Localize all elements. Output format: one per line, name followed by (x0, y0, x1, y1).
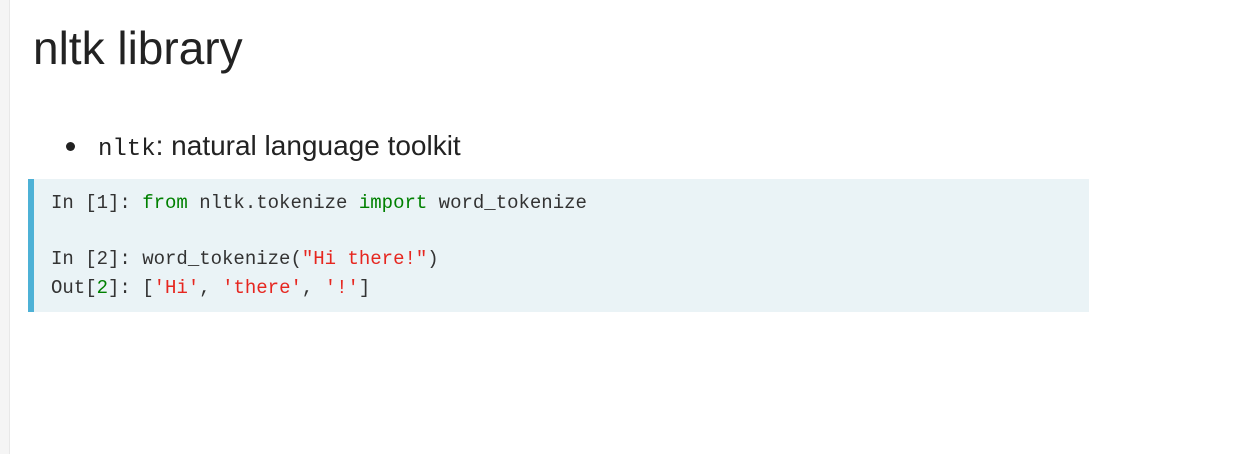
output-prompt-number: 2 (96, 277, 109, 299)
bullet-item: nltk: natural language toolkit (62, 128, 461, 164)
imported-name: word_tokenize (427, 192, 587, 214)
output-prompt-prefix: Out[ (51, 277, 97, 299)
inline-code-nltk: nltk (98, 136, 156, 163)
output-cell-2: Out[2]: ['Hi', 'there', '!'] (51, 276, 370, 300)
bullet-text: : natural language toolkit (155, 130, 461, 161)
keyword-from: from (142, 192, 188, 214)
page-title: nltk library (33, 22, 243, 74)
input-prompt-2: In [2]: (51, 248, 143, 270)
module-name: nltk.tokenize (187, 192, 359, 214)
function-call-open: word_tokenize( (142, 248, 302, 270)
input-cell-2: In [2]: word_tokenize("Hi there!") (51, 247, 439, 271)
code-panel[interactable]: In [1]: from nltk.tokenize import word_t… (28, 179, 1089, 312)
token-hi: 'Hi' (153, 277, 200, 299)
input-cell-1: In [1]: from nltk.tokenize import word_t… (51, 191, 587, 215)
list-open-bracket: [ (142, 277, 154, 299)
string-argument: "Hi there!" (301, 248, 428, 270)
input-prompt-1: In [1]: (51, 192, 143, 214)
token-exclamation: '!' (324, 277, 359, 299)
keyword-import: import (358, 192, 428, 214)
token-there: 'there' (222, 277, 302, 299)
separator-2: , (301, 277, 325, 299)
output-prompt-suffix: ]: (108, 277, 143, 299)
bullet-list: nltk: natural language toolkit (62, 128, 461, 164)
slide: nltk library nltk: natural language tool… (0, 0, 1240, 454)
separator-1: , (199, 277, 223, 299)
bullet-dot-icon (66, 142, 75, 151)
function-call-close: ) (427, 248, 439, 270)
list-close-bracket: ] (358, 277, 371, 299)
